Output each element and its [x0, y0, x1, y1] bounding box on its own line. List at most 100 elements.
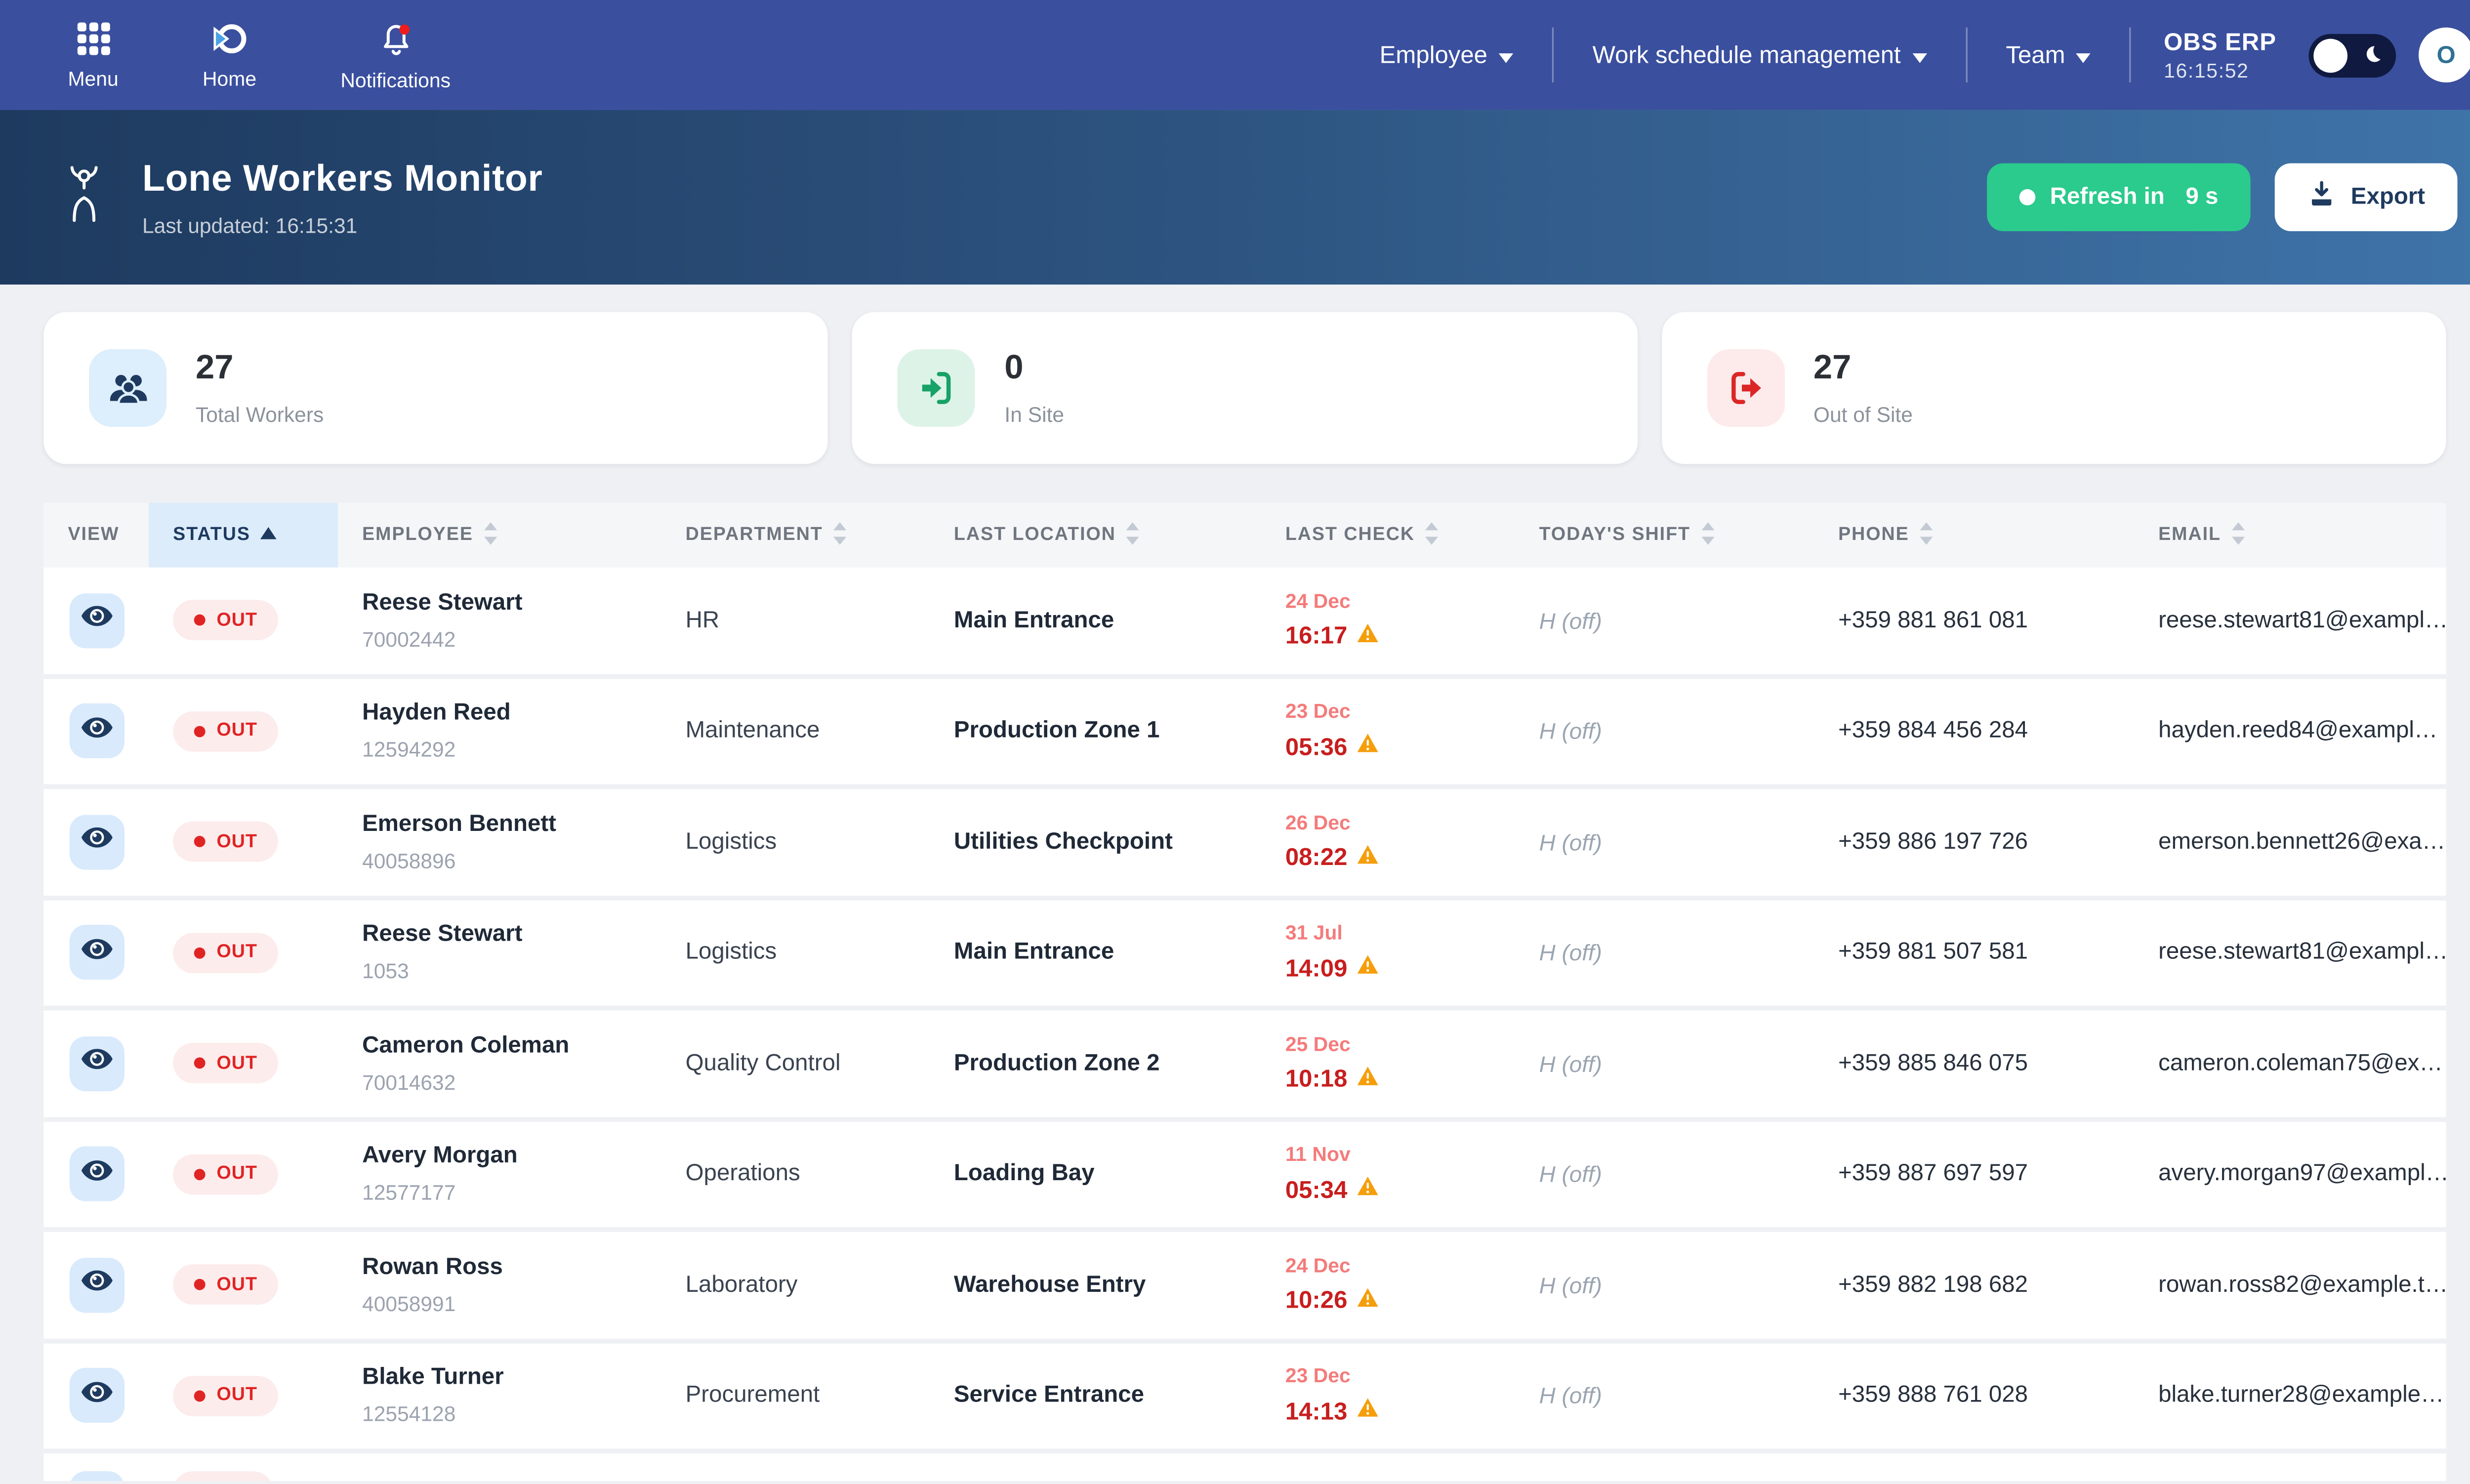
nav-dropdown-team[interactable]: Team	[1967, 41, 2130, 69]
last-location: Loading Bay	[930, 1161, 1261, 1187]
grid-menu-icon	[76, 20, 111, 64]
status-badge	[173, 1471, 273, 1481]
todays-shift: H (off)	[1515, 1050, 1814, 1076]
employee-id: 40058991	[362, 1291, 661, 1316]
nav-dropdown-work-schedule[interactable]: Work schedule management	[1554, 41, 1965, 69]
last-check-time: 05:34	[1285, 1177, 1348, 1204]
nav-notifications-button[interactable]: Notifications	[298, 19, 493, 91]
warning-icon	[1357, 622, 1380, 651]
eye-icon	[79, 820, 114, 864]
view-button[interactable]	[69, 703, 124, 758]
view-button[interactable]	[69, 815, 124, 869]
column-header-last-check[interactable]: LAST CHECK	[1261, 503, 1515, 568]
column-header-phone[interactable]: PHONE	[1814, 503, 2134, 568]
employee-name: Avery Morgan	[362, 1144, 661, 1169]
employee-name: Hayden Reed	[362, 701, 661, 726]
people-icon	[89, 349, 166, 427]
last-check-date: 24 Dec	[1285, 1254, 1515, 1277]
nav-dropdown-team-label: Team	[2006, 41, 2065, 69]
user-avatar[interactable]: O	[2419, 28, 2470, 82]
warning-icon	[1357, 844, 1380, 873]
column-header-email[interactable]: EMAIL	[2134, 503, 2448, 568]
live-dot-icon	[2019, 189, 2036, 206]
nav-home-button[interactable]: Home	[161, 20, 298, 90]
last-check-date: 26 Dec	[1285, 811, 1515, 834]
view-button[interactable]	[69, 1471, 124, 1481]
column-header-employee[interactable]: EMPLOYEE	[338, 503, 661, 568]
last-location: Service Entrance	[930, 1383, 1261, 1408]
employee-id: 40058896	[362, 848, 661, 872]
status-text: OUT	[217, 1164, 257, 1184]
view-button[interactable]	[69, 1147, 124, 1201]
top-nav-bar: Menu Home N	[0, 0, 2470, 110]
last-check-time: 10:18	[1285, 1066, 1348, 1094]
eye-icon	[79, 931, 114, 974]
table-header-row: VIEW STATUS EMPLOYEE DEPARTMENT LAST LOC…	[43, 503, 2446, 568]
employee-id: 12554128	[362, 1402, 661, 1426]
export-button[interactable]: Export	[2275, 164, 2458, 231]
table-row: OUT Hayden Reed 12594292 Maintenance Pro…	[43, 678, 2446, 789]
last-check-time: 05:36	[1285, 734, 1348, 761]
status-text: OUT	[217, 721, 257, 741]
email-address: reese.stewart81@exampl…	[2134, 940, 2448, 965]
warning-icon	[1357, 1065, 1380, 1094]
employee-name: Reese Stewart	[362, 590, 661, 616]
todays-shift: H (off)	[1515, 718, 1814, 744]
phone-number: +359 882 198 682	[1814, 1272, 2134, 1298]
workers-table: VIEW STATUS EMPLOYEE DEPARTMENT LAST LOC…	[43, 503, 2446, 1481]
last-check-date: 25 Dec	[1285, 1032, 1515, 1055]
table-row: OUT Emerson Bennett 40058896 Logistics U…	[43, 789, 2446, 900]
status-text: OUT	[217, 1275, 257, 1294]
status-text: OUT	[217, 943, 257, 962]
last-check-time: 14:09	[1285, 955, 1348, 983]
nav-dropdown-work-schedule-label: Work schedule management	[1593, 41, 1901, 69]
employee-name: Reese Stewart	[362, 922, 661, 948]
view-button[interactable]	[69, 593, 124, 648]
page-title: Lone Workers Monitor	[142, 157, 543, 200]
column-header-todays-shift[interactable]: TODAY'S SHIFT	[1515, 503, 1814, 568]
table-body: OUT Reese Stewart 70002442 HR Main Entra…	[43, 568, 2446, 1453]
view-button[interactable]	[69, 1257, 124, 1312]
status-text: OUT	[217, 611, 257, 630]
avatar-initial: O	[2437, 41, 2456, 69]
eye-icon	[79, 1153, 114, 1196]
phone-number: +359 888 761 028	[1814, 1383, 2134, 1408]
view-button[interactable]	[69, 1036, 124, 1091]
dark-mode-toggle[interactable]	[2308, 33, 2396, 77]
eye-icon	[79, 1041, 114, 1085]
export-label: Export	[2351, 184, 2425, 210]
department: HR	[661, 608, 930, 633]
table-row: OUT Reese Stewart 70002442 HR Main Entra…	[43, 568, 2446, 678]
nav-app-shortcuts: Menu Home N	[0, 19, 493, 91]
refresh-countdown: 9 s	[2185, 184, 2218, 210]
view-button[interactable]	[69, 925, 124, 980]
nav-dropdown-employee-label: Employee	[1380, 41, 1487, 69]
employee-id: 1053	[362, 959, 661, 984]
employee-id: 70002442	[362, 627, 661, 651]
status-text: OUT	[217, 832, 257, 852]
last-check-date: 11 Nov	[1285, 1144, 1515, 1166]
last-check-date: 31 Jul	[1285, 922, 1515, 945]
last-location: Utilities Checkpoint	[930, 829, 1261, 855]
last-check-time: 14:13	[1285, 1398, 1348, 1426]
status-badge: OUT	[173, 822, 278, 862]
stat-label: Total Workers	[196, 403, 324, 427]
sort-icon	[1700, 521, 1715, 549]
column-header-last-location[interactable]: LAST LOCATION	[930, 503, 1261, 568]
status-dot-icon	[194, 1058, 206, 1069]
refresh-countdown-button[interactable]: Refresh in 9 s	[1987, 164, 2251, 231]
sort-asc-icon	[260, 526, 277, 545]
stat-value: 27	[196, 349, 324, 388]
view-button[interactable]	[69, 1368, 124, 1423]
column-header-status[interactable]: STATUS	[149, 503, 338, 568]
employee-id: 12577177	[362, 1181, 661, 1205]
nav-right-cluster: Employee Work schedule management Team O…	[1341, 0, 2470, 110]
sort-icon	[483, 521, 497, 549]
nav-menu-button[interactable]: Menu	[26, 20, 161, 90]
column-header-department[interactable]: DEPARTMENT	[661, 503, 930, 568]
nav-dropdown-employee[interactable]: Employee	[1341, 41, 1552, 69]
table-row: OUT Avery Morgan 12577177 Operations Loa…	[43, 1121, 2446, 1232]
stat-value: 27	[1813, 349, 1913, 388]
last-check-time: 16:17	[1285, 623, 1348, 651]
department: Laboratory	[661, 1272, 930, 1298]
